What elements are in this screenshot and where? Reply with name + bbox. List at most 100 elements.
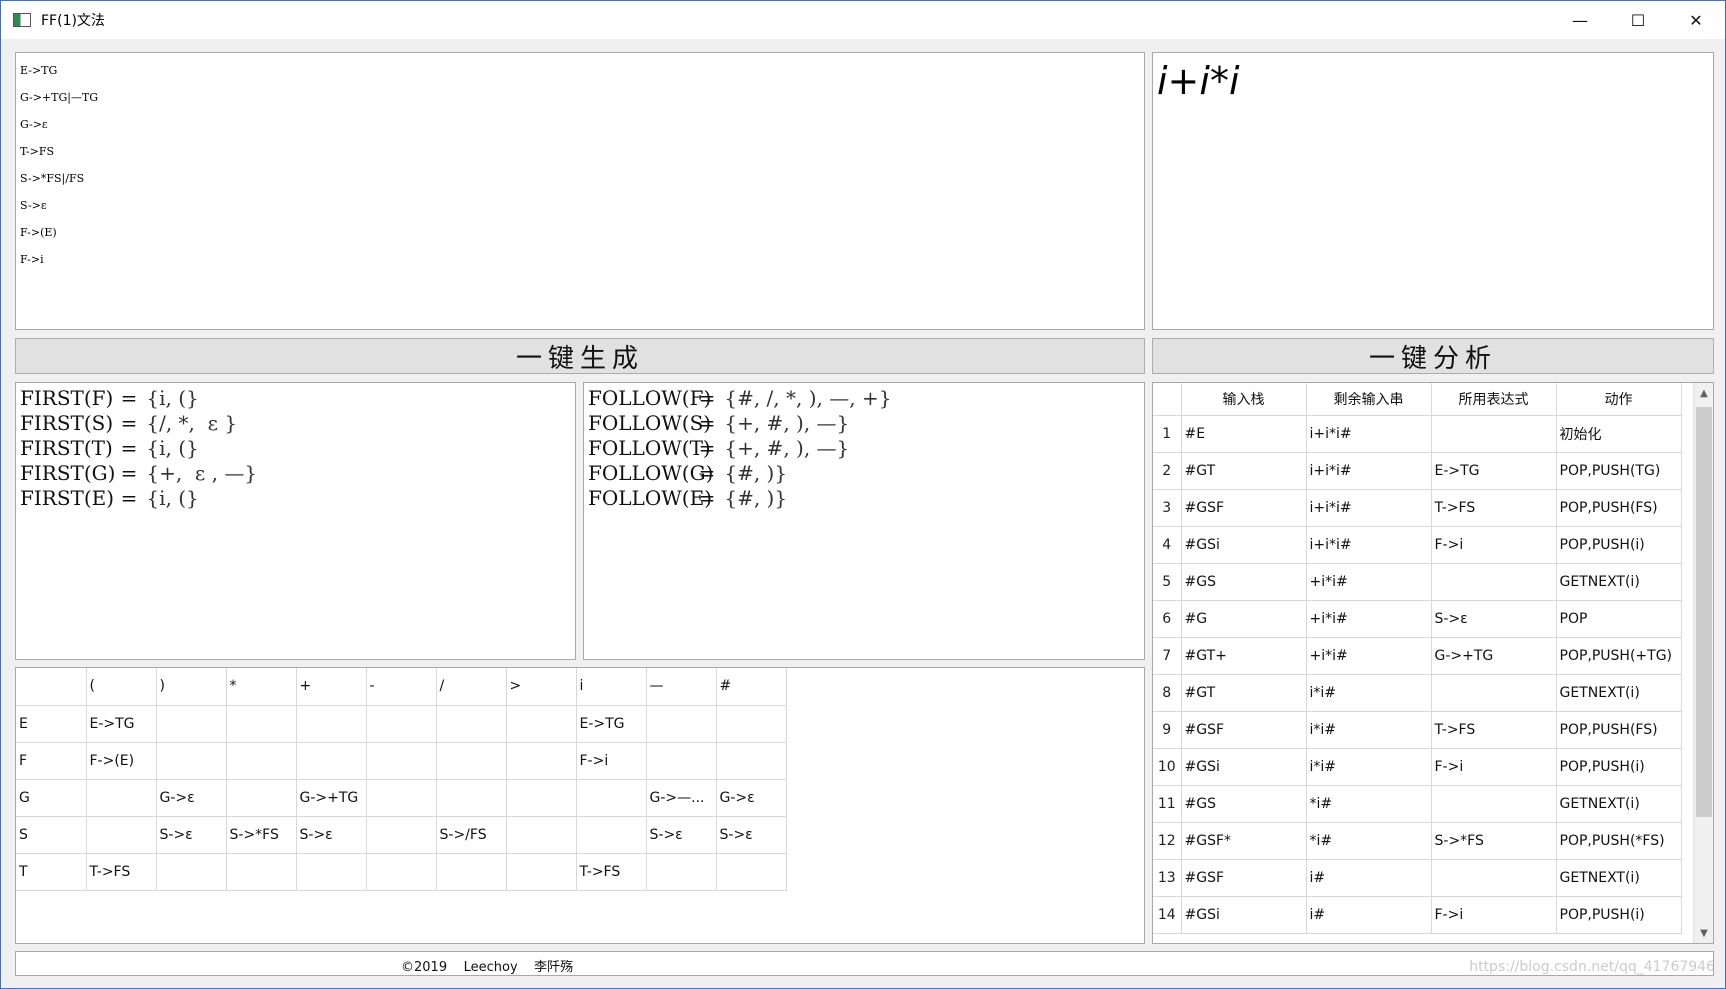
table-cell: T->FS (576, 853, 647, 891)
row-number: 1 (1153, 415, 1182, 453)
table-cell: S (16, 816, 87, 854)
grammar-line: G->+TG|—TG (20, 91, 99, 104)
table-row: 6 #G +i*i# S->ε POP (1153, 600, 1682, 638)
table-cell (646, 742, 717, 780)
table-cell: #G (1181, 600, 1307, 638)
table-cell: i*i# (1306, 674, 1432, 712)
set-equals: = (120, 386, 138, 410)
table-cell: POP,PUSH(+TG) (1556, 637, 1682, 675)
set-equals: = (698, 461, 716, 485)
table-cell (436, 779, 507, 817)
table-row: 7 #GT+ +i*i# G->+TG POP,PUSH(+TG) (1153, 637, 1682, 675)
table-cell: F->i (576, 742, 647, 780)
table-header-cell: > (506, 668, 577, 706)
table-header-cell: 输入栈 (1181, 383, 1307, 416)
table-cell: #GSi (1181, 896, 1307, 934)
set-equals: = (120, 486, 138, 510)
table-cell (226, 779, 297, 817)
table-cell: F->i (1431, 748, 1557, 786)
scroll-thumb[interactable] (1696, 407, 1712, 817)
minimize-button[interactable]: — (1551, 1, 1609, 39)
first-set-line: FIRST(F) = {i, (} (20, 386, 571, 411)
table-header-cell (1153, 383, 1182, 416)
table-cell: i# (1306, 896, 1432, 934)
row-number: 6 (1153, 600, 1182, 638)
first-sets-box[interactable]: FIRST(F) = {i, (} FIRST(S) = {/, *, ε } FIRS… (15, 382, 576, 660)
table-row: 8 #GT i*i# GETNEXT(i) (1153, 674, 1682, 712)
first-set-line: FIRST(S) = {/, *, ε } (20, 411, 571, 436)
row-number: 4 (1153, 526, 1182, 564)
set-name: FIRST(G) (20, 461, 116, 485)
set-value: {#, )} (724, 461, 788, 485)
table-cell: GETNEXT(i) (1556, 674, 1682, 712)
set-equals: = (120, 411, 138, 435)
table-cell: *i# (1306, 822, 1432, 860)
table-header-cell: 所用表达式 (1431, 383, 1557, 416)
table-header-cell: * (226, 668, 297, 706)
window-controls: — ☐ ✕ (1551, 1, 1725, 39)
table-cell: i+i*i# (1306, 415, 1432, 453)
set-equals: = (698, 411, 716, 435)
table-cell (226, 853, 297, 891)
table-cell: *i# (1306, 785, 1432, 823)
set-name: FIRST(T) (20, 436, 113, 460)
set-value: {i, (} (146, 436, 199, 460)
table-row: G G->ε G->+TG G->—... G->ε (16, 779, 787, 817)
table-cell (296, 705, 367, 743)
row-number: 9 (1153, 711, 1182, 749)
row-number: 10 (1153, 748, 1182, 786)
table-cell (1431, 674, 1557, 712)
table-cell: F->i (1431, 526, 1557, 564)
table-header-cell (16, 668, 87, 706)
set-equals: = (698, 386, 716, 410)
table-row: 4 #GSi i+i*i# F->i POP,PUSH(i) (1153, 526, 1682, 564)
app-window-icon (13, 13, 31, 27)
table-header-cell: / (436, 668, 507, 706)
close-button[interactable]: ✕ (1667, 1, 1725, 39)
first-set-line: FIRST(T) = {i, (} (20, 436, 571, 461)
table-cell: S->ε (156, 816, 227, 854)
table-cell: #GSF* (1181, 822, 1307, 860)
table-cell: T (16, 853, 87, 891)
status-bar: ©2019 Leechoy 李阡殇 (15, 951, 1714, 976)
table-cell: #GT (1181, 452, 1307, 490)
table-cell: S->ε (296, 816, 367, 854)
table-row: 2 #GT i+i*i# E->TG POP,PUSH(TG) (1153, 452, 1682, 490)
scroll-up-icon[interactable]: ▲ (1694, 383, 1713, 403)
table-cell: S->ε (646, 816, 717, 854)
maximize-button[interactable]: ☐ (1609, 1, 1667, 39)
table-cell: #GSi (1181, 526, 1307, 564)
analysis-scrollbar[interactable]: ▲ ▼ (1693, 383, 1713, 943)
follow-set-line: FOLLOW(T)= {+, #, ), —} (588, 436, 1140, 461)
table-cell (156, 742, 227, 780)
table-cell: GETNEXT(i) (1556, 859, 1682, 897)
table-cell: F (16, 742, 87, 780)
table-cell: G->ε (716, 779, 787, 817)
input-expression-editor[interactable]: i+i*i (1152, 52, 1714, 330)
table-cell: G->+TG (296, 779, 367, 817)
table-cell: #GSF (1181, 489, 1307, 527)
analysis-process-table: 输入栈 剩余输入串 所用表达式 动作 1 #E i+i*i# 初始化 2 #GT i+i*i# E->… (1152, 382, 1714, 944)
table-cell (436, 742, 507, 780)
set-name: FIRST(F) (20, 386, 114, 410)
status-text: ©2019 Leechoy 李阡殇 (401, 960, 574, 975)
follow-sets-box[interactable]: FOLLOW(F)= {#, /, *, ), —, +} FOLLOW(S)= … (583, 382, 1145, 660)
watermark: https://blog.csdn.net/qq_41767946 (1469, 959, 1715, 975)
row-number: 3 (1153, 489, 1182, 527)
scroll-down-icon[interactable]: ▼ (1694, 923, 1713, 943)
grammar-editor[interactable]: E->TG G->+TG|—TG G->ε T->FS S->*FS|/FS S->ε F-… (15, 52, 1145, 330)
follow-set-line: FOLLOW(S)= {+, #, ), —} (588, 411, 1140, 436)
table-cell: S->ε (1431, 600, 1557, 638)
table-cell: +i*i# (1306, 637, 1432, 675)
table-cell (576, 816, 647, 854)
row-number: 8 (1153, 674, 1182, 712)
generate-button[interactable]: 一键生成 (15, 338, 1145, 374)
row-number: 13 (1153, 859, 1182, 897)
analyze-button[interactable]: 一键分析 (1152, 338, 1714, 374)
table-cell: +i*i# (1306, 563, 1432, 601)
follow-set-line: FOLLOW(G)= {#, )} (588, 461, 1140, 486)
table-header-cell: - (366, 668, 437, 706)
table-row: 14 #GSi i# F->i POP,PUSH(i) (1153, 896, 1682, 934)
table-cell: POP,PUSH(i) (1556, 748, 1682, 786)
table-cell: E->TG (576, 705, 647, 743)
